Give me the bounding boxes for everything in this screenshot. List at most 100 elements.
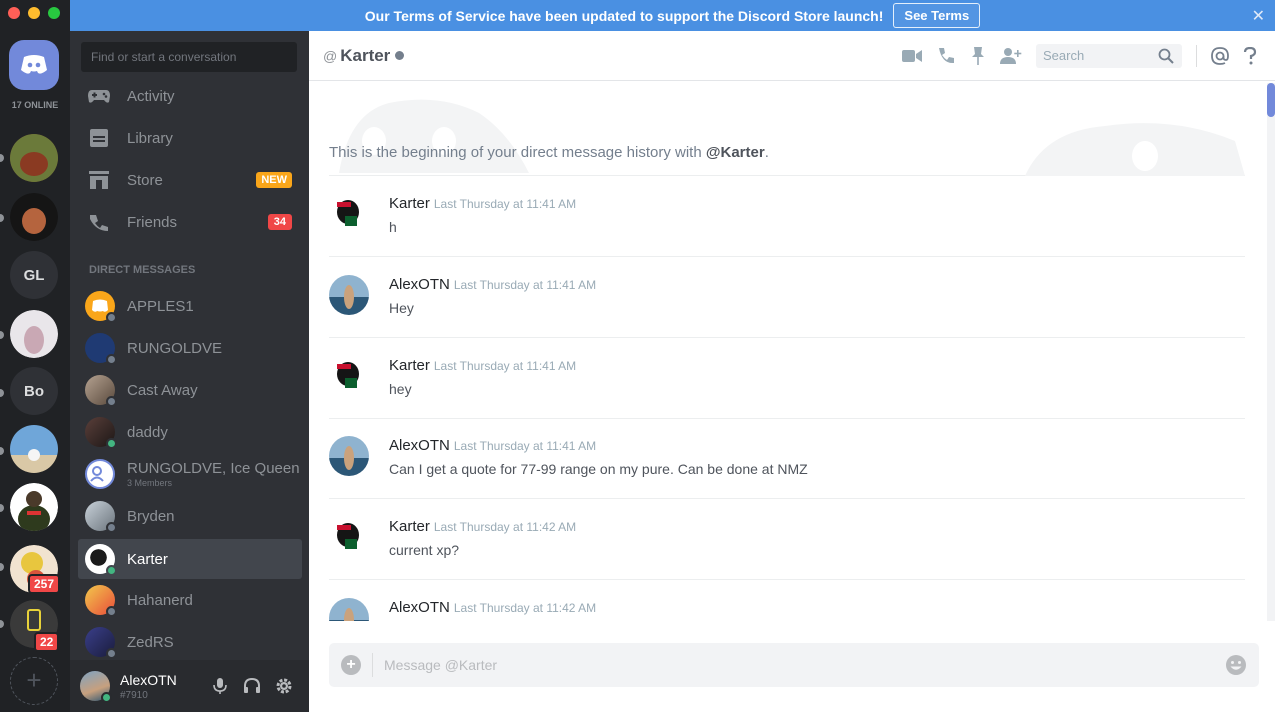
author-name[interactable]: Karter xyxy=(389,518,430,535)
author-name[interactable]: AlexOTN xyxy=(389,437,450,454)
status-offline-icon xyxy=(106,648,117,659)
controller-icon xyxy=(88,85,110,107)
library-icon xyxy=(88,127,110,149)
close-window-button[interactable] xyxy=(8,7,20,19)
emoji-picker-icon[interactable] xyxy=(1225,654,1247,676)
nav-library[interactable]: Library xyxy=(78,119,302,157)
message: AlexOTN Last Thursday at 11:41 AM Hey xyxy=(329,257,1245,338)
dm-item[interactable]: ZedRS xyxy=(78,622,302,662)
close-banner-icon[interactable]: ✕ xyxy=(1252,6,1265,26)
author-name[interactable]: AlexOTN xyxy=(389,599,450,616)
author-avatar[interactable] xyxy=(329,356,369,396)
find-conversation-input[interactable]: Find or start a conversation xyxy=(81,42,297,72)
nav-store[interactable]: Store NEW xyxy=(78,161,302,199)
member-count: 3 Members xyxy=(127,478,173,488)
dm-name: Karter xyxy=(127,550,168,568)
chat-title: Karter xyxy=(340,45,391,65)
minimize-window-button[interactable] xyxy=(28,7,40,19)
dm-name: Cast Away xyxy=(127,381,198,399)
avatar xyxy=(85,585,117,617)
friend-request-badge: 34 xyxy=(267,214,292,230)
dm-name: ZedRS xyxy=(127,633,174,651)
author-name[interactable]: AlexOTN xyxy=(389,276,450,293)
timestamp: Last Thursday at 11:41 AM xyxy=(453,439,597,453)
mention-badge: 257 xyxy=(28,574,61,594)
timestamp: Last Thursday at 11:42 AM xyxy=(453,601,597,615)
author-avatar[interactable] xyxy=(329,517,369,557)
scrollbar-thumb[interactable] xyxy=(1267,83,1275,117)
author-avatar[interactable] xyxy=(329,598,369,621)
dm-item[interactable]: daddy xyxy=(78,412,302,452)
status-online-icon xyxy=(106,438,117,449)
author-name[interactable]: Karter xyxy=(389,357,430,374)
timestamp: Last Thursday at 11:41 AM xyxy=(453,278,597,292)
message-input-placeholder: Message @Karter xyxy=(384,657,498,673)
chat-header: @ Karter Search xyxy=(309,31,1275,81)
direct-messages-header: DIRECT MESSAGES xyxy=(89,264,196,276)
upload-plus-icon[interactable]: + xyxy=(341,655,361,675)
message-text: hey xyxy=(389,381,412,397)
author-avatar[interactable] xyxy=(329,436,369,476)
at-symbol: @ xyxy=(323,47,338,64)
server-icon-7[interactable] xyxy=(10,483,58,531)
avatar xyxy=(85,333,117,365)
add-server-button[interactable]: + xyxy=(10,657,58,705)
microphone-icon[interactable] xyxy=(211,677,229,695)
author-avatar[interactable] xyxy=(329,194,369,234)
home-button[interactable] xyxy=(9,40,59,90)
dm-name: Bryden xyxy=(127,507,175,525)
dm-item[interactable]: RUNGOLDVE xyxy=(78,328,302,368)
new-badge: NEW xyxy=(256,172,292,188)
nav-activity[interactable]: Activity xyxy=(78,77,302,115)
dm-name: APPLES1 xyxy=(127,297,194,315)
avatar xyxy=(85,417,117,449)
server-rail: 17 ONLINE GL Bo 257 22 + xyxy=(0,0,70,712)
dm-item[interactable]: Hahanerd xyxy=(78,580,302,620)
divider xyxy=(372,653,373,677)
dm-name: Hahanerd xyxy=(127,591,193,609)
discord-logo-icon xyxy=(21,55,47,74)
discord-watermark-icon xyxy=(1025,123,1245,176)
message-history: This is the beginning of your direct mes… xyxy=(329,81,1245,621)
server-icon-gl[interactable]: GL xyxy=(10,251,58,299)
author-avatar[interactable] xyxy=(329,275,369,315)
video-call-icon[interactable] xyxy=(902,49,922,63)
dm-name: RUNGOLDVE, Ice Queen xyxy=(127,460,300,477)
see-terms-button[interactable]: See Terms xyxy=(893,3,981,28)
server-icon-6[interactable] xyxy=(10,425,58,473)
avatar xyxy=(85,375,117,407)
timestamp: Last Thursday at 11:42 AM xyxy=(433,520,577,534)
help-icon[interactable] xyxy=(1243,47,1257,65)
group-dm-icon xyxy=(85,459,115,489)
avatar xyxy=(85,291,117,323)
dm-item-active[interactable]: Karter xyxy=(78,539,302,579)
add-friend-icon[interactable] xyxy=(1000,47,1022,65)
server-icon-bo[interactable]: Bo xyxy=(10,367,58,415)
message: AlexOTN Last Thursday at 11:41 AM Can I g… xyxy=(329,418,1245,499)
maximize-window-button[interactable] xyxy=(48,7,60,19)
message-text: Can I get a quote for 77-99 range on my … xyxy=(389,461,808,477)
author-name[interactable]: Karter xyxy=(389,195,430,212)
user-avatar[interactable] xyxy=(80,671,112,703)
status-offline-icon xyxy=(106,522,117,533)
settings-gear-icon[interactable] xyxy=(275,677,293,695)
dm-item-group[interactable]: RUNGOLDVE, Ice Queen 3 Members xyxy=(78,454,302,494)
pin-icon[interactable] xyxy=(970,46,986,66)
server-icon-2[interactable] xyxy=(10,193,58,241)
message-composer[interactable]: + Message @Karter xyxy=(329,643,1259,687)
dm-item[interactable]: Bryden xyxy=(78,496,302,536)
server-icon-4[interactable] xyxy=(10,310,58,358)
dm-item[interactable]: APPLES1 xyxy=(78,286,302,326)
status-offline-icon xyxy=(395,51,405,60)
search-input[interactable]: Search xyxy=(1036,44,1182,68)
message: Karter Last Thursday at 11:41 AM hey xyxy=(329,338,1245,419)
voice-call-icon[interactable] xyxy=(936,46,956,66)
mentions-icon[interactable] xyxy=(1211,47,1229,65)
user-panel: AlexOTN #7910 xyxy=(70,660,309,712)
tos-banner: Our Terms of Service have been updated t… xyxy=(70,0,1275,31)
headphones-icon[interactable] xyxy=(243,677,261,695)
dm-item[interactable]: Cast Away xyxy=(78,370,302,410)
nav-friends[interactable]: Friends 34 xyxy=(78,203,302,241)
scrollbar-track[interactable] xyxy=(1267,83,1275,621)
server-icon-1[interactable] xyxy=(10,134,58,182)
